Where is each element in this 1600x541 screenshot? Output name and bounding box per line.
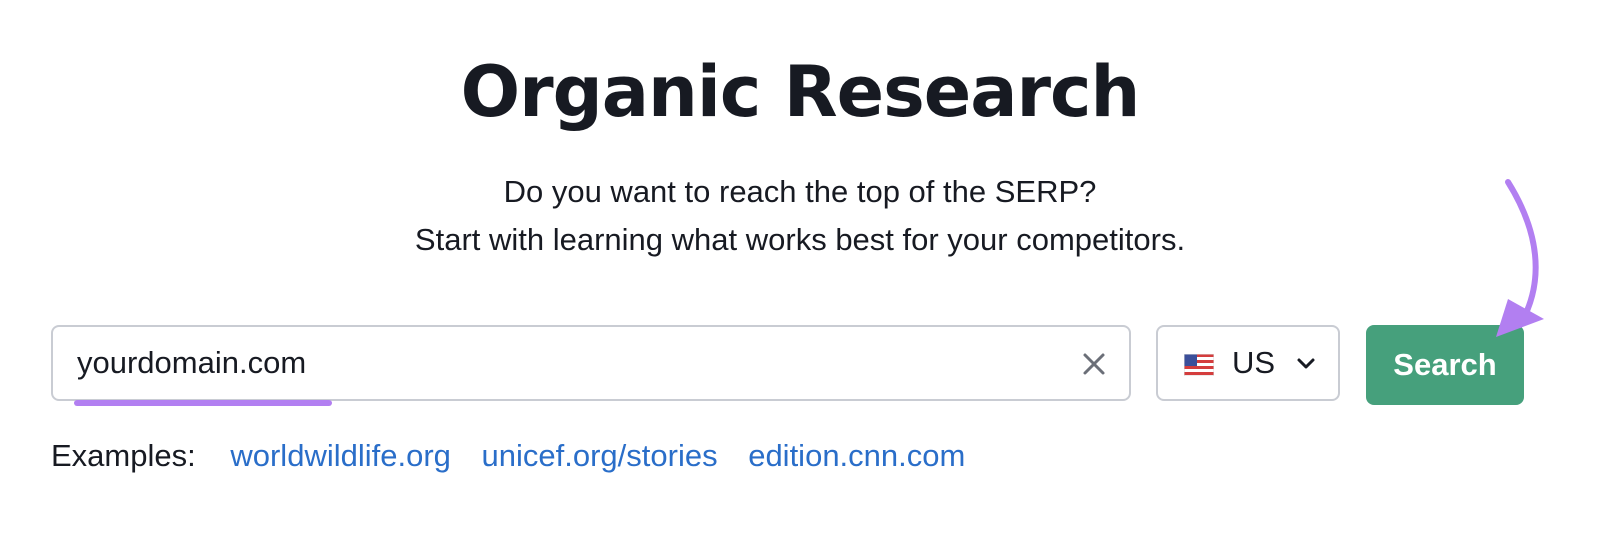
us-flag-icon (1183, 353, 1215, 377)
domain-search-box[interactable] (51, 325, 1131, 406)
domain-search-input[interactable] (77, 327, 1017, 399)
close-icon[interactable] (1081, 351, 1107, 377)
example-link-worldwildlife[interactable]: worldwildlife.org (230, 438, 451, 473)
examples-row: Examples: worldwildlife.org unicef.org/s… (51, 432, 987, 480)
page-subtitle: Do you want to reach the top of the SERP… (0, 168, 1600, 264)
organic-research-page: Organic Research Do you want to reach th… (0, 0, 1600, 541)
country-label: US (1232, 345, 1276, 380)
subtitle-line-1: Do you want to reach the top of the SERP… (503, 174, 1097, 209)
example-link-unicef[interactable]: unicef.org/stories (482, 438, 718, 473)
annotation-arrow (1496, 179, 1544, 337)
examples-label: Examples: (51, 438, 196, 473)
country-select[interactable]: US (1156, 325, 1340, 401)
example-link-cnn[interactable]: edition.cnn.com (748, 438, 965, 473)
input-underline-annotation (74, 400, 332, 406)
chevron-down-icon (1296, 355, 1316, 373)
page-title: Organic Research (460, 51, 1141, 133)
subtitle-line-2: Start with learning what works best for … (414, 222, 1186, 257)
